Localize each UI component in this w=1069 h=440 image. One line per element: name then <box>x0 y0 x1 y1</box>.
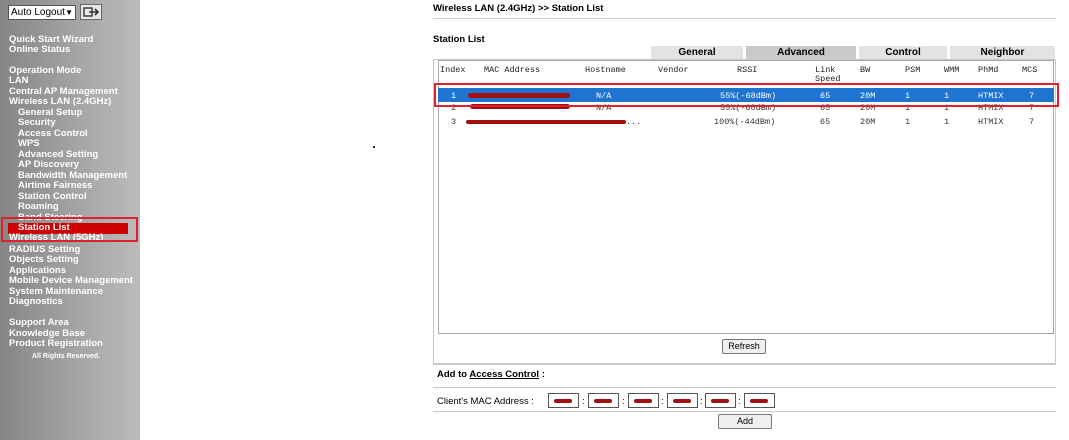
redaction-mark <box>466 120 626 124</box>
row-highlight-box <box>434 83 1059 107</box>
mac-octet-6-input[interactable] <box>744 393 775 408</box>
add-button[interactable]: Add <box>718 414 772 429</box>
nav-lan[interactable]: LAN <box>9 75 29 87</box>
col-index: Index <box>440 65 466 75</box>
sidebar-highlight-box <box>1 217 138 242</box>
nav-wps[interactable]: WPS <box>18 138 40 150</box>
col-phmd: PhMd <box>978 65 999 75</box>
colon-separator: : <box>738 396 741 407</box>
col-mac-address: MAC Address <box>484 65 541 75</box>
nav-diagnostics[interactable]: Diagnostics <box>9 296 63 308</box>
col-bw: BW <box>860 65 871 75</box>
section-title: Station List <box>433 34 485 45</box>
divider <box>433 411 1056 412</box>
colon-separator: : <box>622 396 625 407</box>
col-vendor: Vendor <box>658 65 689 75</box>
divider <box>433 18 1056 19</box>
nav-support-area[interactable]: Support Area <box>9 317 69 329</box>
nav-objects-setting[interactable]: Objects Setting <box>9 254 79 266</box>
auto-logout-value: Auto Logout <box>11 7 65 18</box>
mac-octet-2-input[interactable] <box>588 393 619 408</box>
nav-ap-discovery[interactable]: AP Discovery <box>18 159 79 171</box>
mac-octet-3-input[interactable] <box>628 393 659 408</box>
tab-advanced[interactable]: Advanced <box>746 46 856 60</box>
copyright-text: All Rights Reserved. <box>32 353 101 360</box>
tab-neighbor[interactable]: Neighbor <box>950 46 1055 60</box>
col-psm: PSM <box>905 65 921 75</box>
nav-roaming[interactable]: Roaming <box>18 201 59 213</box>
divider <box>433 387 1056 388</box>
mac-address-label: Client's MAC Address : <box>437 396 534 407</box>
col-rssi: RSSI <box>737 65 758 75</box>
logout-icon <box>83 7 100 17</box>
stray-dot <box>373 146 375 148</box>
nav-product-registration[interactable]: Product Registration <box>9 338 103 350</box>
colon-separator: : <box>582 396 585 407</box>
col-mcs: MCS <box>1022 65 1038 75</box>
divider <box>433 363 1056 364</box>
mac-octet-5-input[interactable] <box>705 393 736 408</box>
colon-separator: : <box>700 396 703 407</box>
tab-general[interactable]: General <box>651 46 743 60</box>
access-control-link[interactable]: Access Control <box>469 369 539 380</box>
mac-octet-4-input[interactable] <box>667 393 698 408</box>
refresh-button[interactable]: Refresh <box>722 339 766 354</box>
nav-airtime-fairness[interactable]: Airtime Fairness <box>18 180 92 192</box>
chevron-down-icon: ▼ <box>65 8 73 17</box>
nav-wireless-lan-24[interactable]: Wireless LAN (2.4GHz) <box>9 96 111 108</box>
tab-control[interactable]: Control <box>859 46 947 60</box>
nav-online-status[interactable]: Online Status <box>9 44 70 56</box>
nav-security[interactable]: Security <box>18 117 56 129</box>
logout-button[interactable] <box>80 4 102 20</box>
col-wmm: WMM <box>944 65 960 75</box>
nav-mobile-device-management[interactable]: Mobile Device Management <box>9 275 133 287</box>
colon-separator: : <box>661 396 664 407</box>
mac-octet-1-input[interactable] <box>548 393 579 408</box>
add-to-label: Add to Access Control : <box>437 369 545 380</box>
page-title: Wireless LAN (2.4GHz) >> Station List <box>433 3 604 14</box>
resize-grip-icon[interactable] <box>1046 326 1054 334</box>
auto-logout-select[interactable]: Auto Logout ▼ <box>8 5 76 20</box>
col-hostname: Hostname <box>585 65 626 75</box>
